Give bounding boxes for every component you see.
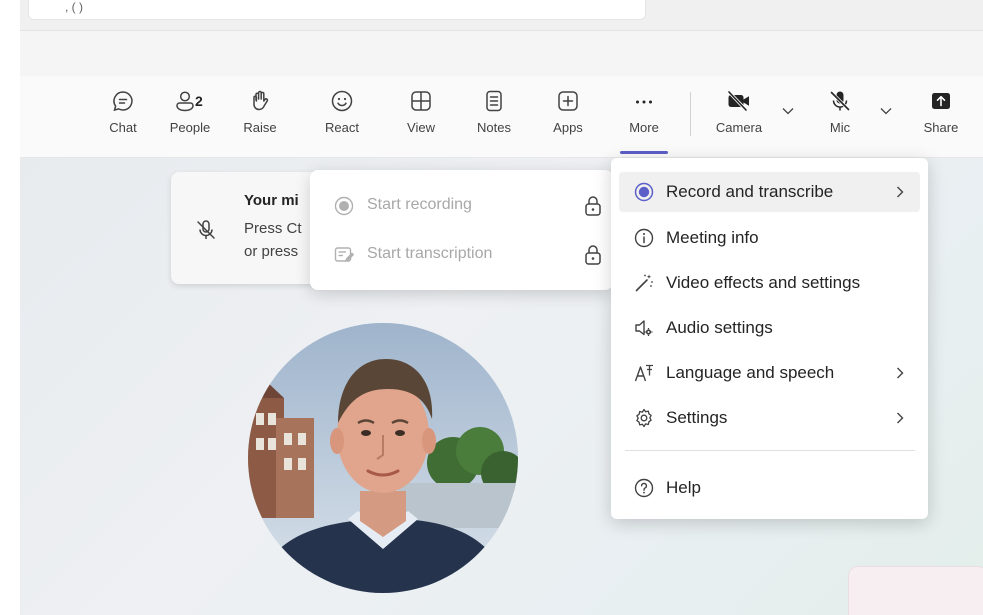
notification-line-1: Press Ct [244,220,302,237]
help-icon [634,478,654,498]
more-label: More [629,120,659,135]
toolbar-divider [690,92,691,136]
speaker-gear-icon [635,320,653,336]
menu-item-record-and-transcribe[interactable]: Record and transcribe [619,172,920,212]
camera-label: Camera [715,120,763,135]
share-screen-icon [932,93,950,109]
lock-icon [585,245,601,265]
camera-off-icon [727,90,749,112]
notification-line-2: or press [244,243,299,260]
self-view-tile[interactable] [848,566,983,615]
lock-icon [585,196,601,216]
menu-separator [625,450,915,451]
more-options-menu: Record and transcribe Meeting info Video… [611,158,928,519]
participant-avatar [248,323,518,593]
meeting-toolbar: Chat 2 People Raise React View Notes App… [20,76,983,158]
mic-off-icon [830,91,850,111]
magic-wand-icon [635,274,653,292]
mic-options-chevron-icon[interactable] [879,106,893,116]
chevron-right-icon [897,367,904,379]
people-label: People [169,120,211,135]
language-icon [634,364,653,382]
menu-item-video-effects[interactable]: Video effects and settings [619,263,920,303]
teams-meeting-window: , ( ) Chat 2 People Raise React View Not… [0,0,983,615]
mic-label: Mic [829,120,851,135]
camera-button[interactable]: Camera [711,90,767,152]
more-dots-icon [636,100,652,104]
mic-button[interactable]: Mic [812,90,868,152]
mic-off-icon [197,220,215,239]
raise-label: Raise [243,120,277,135]
menu-item-settings[interactable]: Settings [619,398,920,438]
notification-title: Your mi [244,192,299,209]
share-button[interactable]: Share [913,90,969,152]
grid-view-icon [411,91,431,111]
share-label: Share [923,120,959,135]
info-icon [634,228,654,248]
top-info-card: , ( ) [28,0,646,20]
view-button[interactable]: View [393,90,449,152]
menu-item-label: Record and transcribe [666,182,834,201]
menu-item-audio-settings[interactable]: Audio settings [619,308,920,348]
more-button[interactable]: More [616,90,672,154]
start-transcription-label: Start transcription [367,245,493,262]
people-count: 2 [195,93,203,109]
menu-item-help[interactable]: Help [619,468,920,508]
start-recording-label: Start recording [367,196,472,213]
chevron-right-icon [897,412,904,424]
notes-icon [486,90,502,112]
record-icon [634,182,654,202]
menu-item-label: Audio settings [666,318,773,337]
notes-label: Notes [477,120,511,135]
chevron-right-icon [897,186,904,198]
menu-item-label: Language and speech [666,363,835,382]
start-transcription-item[interactable]: Start transcription [310,233,613,277]
gear-icon [636,408,652,428]
emoji-icon [331,90,353,112]
chat-icon [113,91,133,112]
menu-item-label: Settings [666,408,728,427]
apps-label: Apps [553,120,583,135]
chat-label: Chat [109,120,137,135]
chat-button[interactable]: Chat [95,90,151,152]
participant-photo [248,323,518,593]
apps-button[interactable]: Apps [540,90,596,152]
transcript-icon [334,247,354,262]
camera-options-chevron-icon[interactable] [781,106,795,116]
menu-item-language-and-speech[interactable]: Language and speech [619,353,920,393]
notes-button[interactable]: Notes [466,90,522,152]
menu-item-label: Help [666,478,701,497]
view-label: View [407,120,435,135]
more-active-indicator [620,151,668,154]
record-transcribe-submenu: Start recording Start transcription [310,170,613,290]
menu-item-label: Video effects and settings [666,273,861,292]
raise-hand-icon [253,90,269,111]
react-label: React [325,120,359,135]
raise-hand-button[interactable]: Raise [232,90,288,152]
top-card-text: , ( ) [65,0,83,14]
react-button[interactable]: React [314,90,370,152]
record-dot-icon [334,196,354,216]
header-band [20,30,983,76]
add-apps-icon [558,91,578,111]
menu-item-meeting-info[interactable]: Meeting info [619,218,920,258]
people-icon [176,91,194,112]
start-recording-item[interactable]: Start recording [310,184,613,228]
menu-item-label: Meeting info [666,228,759,247]
people-button[interactable]: 2 People [162,90,218,152]
